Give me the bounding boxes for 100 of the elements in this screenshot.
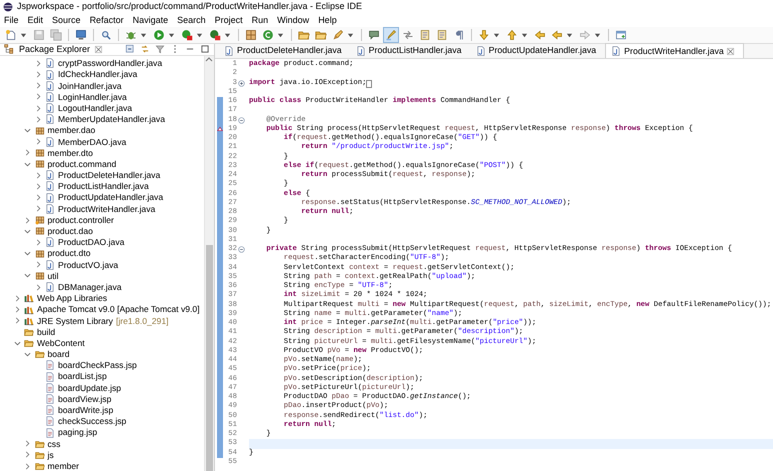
tree-item[interactable]: WebContent — [37, 338, 85, 348]
chevron-icon[interactable] — [34, 194, 42, 202]
chevron-icon[interactable] — [34, 138, 42, 146]
chevron-icon[interactable] — [24, 451, 31, 458]
tree-item[interactable]: product.controller — [48, 214, 114, 226]
toolbar-button[interactable] — [243, 27, 259, 43]
toolbar-button[interactable] — [151, 27, 167, 43]
collapse-fold-icon[interactable] — [238, 116, 245, 124]
tree-item[interactable]: product.dao — [48, 226, 93, 236]
tree-item[interactable]: LogoutHandler.java — [58, 102, 132, 114]
collapse-all-icon[interactable] — [125, 44, 135, 54]
caret-icon[interactable] — [196, 32, 203, 38]
chevron-icon[interactable] — [24, 127, 31, 134]
menu-item[interactable]: Project — [214, 14, 243, 26]
tree-item[interactable]: build — [37, 326, 56, 338]
chevron-icon[interactable] — [24, 462, 31, 470]
caret-icon[interactable] — [566, 32, 573, 38]
chevron-icon[interactable] — [34, 205, 42, 212]
editor-tab[interactable]: ProductWriteHandler.java — [605, 43, 744, 58]
menu-item[interactable]: Search — [177, 14, 206, 26]
caret-icon[interactable] — [140, 32, 147, 38]
caret-icon[interactable] — [168, 32, 175, 38]
tree-item[interactable]: product.command — [48, 158, 116, 170]
scrollbar[interactable] — [204, 56, 214, 471]
tree-item[interactable]: member.dao — [48, 125, 96, 136]
menu-item[interactable]: Window — [277, 14, 310, 26]
chevron-icon[interactable] — [34, 172, 42, 179]
folded-code-icon[interactable] — [366, 80, 372, 88]
tree-item[interactable]: ProductWriteHandler.java — [58, 204, 156, 214]
tree-item[interactable]: js — [48, 450, 54, 460]
tree-item[interactable]: JRE System Library — [37, 316, 113, 326]
tree-item[interactable]: LoginHandler.java — [58, 92, 127, 102]
chevron-icon[interactable] — [14, 306, 20, 314]
chevron-icon[interactable] — [14, 317, 20, 324]
tree-item[interactable]: boardList.jsp — [58, 371, 107, 382]
chevron-icon[interactable] — [34, 60, 42, 67]
menu-item[interactable]: Refactor — [90, 14, 124, 26]
close-icon[interactable] — [95, 46, 102, 53]
menu-item[interactable]: Help — [318, 14, 337, 26]
tree-item[interactable]: Web App Libraries — [37, 293, 108, 304]
toolbar-button[interactable] — [260, 27, 276, 43]
caret-icon[interactable] — [521, 32, 528, 38]
close-icon[interactable] — [726, 48, 734, 54]
editor-tab[interactable]: ProductUpdateHandler.java — [470, 43, 606, 58]
chevron-icon[interactable] — [14, 294, 20, 302]
chevron-icon[interactable] — [24, 160, 31, 168]
chevron-icon[interactable] — [34, 104, 42, 112]
chevron-icon[interactable] — [24, 216, 31, 224]
chevron-icon[interactable] — [34, 93, 42, 100]
collapse-fold-icon[interactable] — [238, 246, 245, 253]
tree-item[interactable]: ProductDeleteHandler.java — [58, 170, 160, 180]
tree-item[interactable]: member.dto — [48, 148, 93, 158]
tree-item[interactable]: IdCheckHandler.java — [58, 69, 138, 80]
tree-item[interactable]: checkSuccess.jsp — [58, 416, 126, 427]
caret-icon[interactable] — [594, 32, 601, 38]
link-icon[interactable] — [140, 44, 150, 54]
tree-item[interactable]: util — [48, 270, 58, 282]
caret-icon[interactable] — [493, 32, 500, 38]
editor-tab[interactable]: ProductDeleteHandler.java — [219, 43, 351, 58]
scroll-up-icon[interactable] — [205, 56, 213, 62]
chevron-icon[interactable] — [34, 261, 42, 268]
tree-item[interactable]: paging.jsp — [58, 427, 98, 438]
chevron-icon[interactable] — [24, 149, 31, 156]
caret-icon[interactable] — [20, 32, 27, 38]
chevron-icon[interactable] — [34, 116, 42, 123]
tree-item[interactable]: boardView.jsp — [58, 394, 112, 404]
caret-icon[interactable] — [347, 32, 354, 38]
tree-item[interactable]: member — [48, 460, 80, 471]
toolbar-button[interactable] — [179, 27, 195, 43]
chevron-icon[interactable] — [34, 82, 42, 90]
tree-item[interactable]: boardCheckPass.jsp — [58, 360, 137, 371]
caret-icon[interactable] — [277, 32, 284, 38]
expand-fold-icon[interactable] — [238, 80, 245, 86]
tree-item[interactable]: boardUpdate.jsp — [58, 382, 122, 393]
menu-item[interactable]: Edit — [28, 14, 44, 26]
chevron-icon[interactable] — [34, 182, 42, 190]
tree-item[interactable]: product.dto — [48, 248, 90, 259]
chevron-icon[interactable] — [24, 272, 31, 280]
tree-item[interactable]: JoinHandler.java — [58, 80, 122, 91]
tree-item[interactable]: MemberDAO.java — [58, 136, 126, 147]
tree-item[interactable]: ProductUpdateHandler.java — [58, 192, 164, 203]
chevron-icon[interactable] — [34, 284, 42, 291]
tree-item[interactable]: ProductListHandler.java — [58, 181, 149, 192]
maximize-icon[interactable] — [200, 44, 210, 54]
chevron-icon[interactable] — [34, 238, 42, 246]
caret-icon[interactable] — [224, 32, 231, 38]
tree-item[interactable]: MemberUpdateHandler.java — [58, 114, 166, 124]
tree-item[interactable]: ProductDAO.java — [58, 237, 124, 248]
chevron-icon[interactable] — [24, 350, 31, 358]
scrollbar-thumb[interactable] — [206, 244, 213, 471]
tree-item[interactable]: ProductVO.java — [58, 260, 118, 270]
tree-item[interactable]: css — [48, 438, 60, 449]
menu-item[interactable]: Run — [252, 14, 268, 26]
chevron-icon[interactable] — [24, 250, 31, 258]
toolbar-button[interactable] — [383, 27, 399, 43]
tree-item[interactable]: cryptPasswordHandler.java — [58, 58, 162, 69]
toolbar-button[interactable] — [207, 27, 223, 43]
tree-item[interactable]: board — [48, 349, 70, 360]
editor-tab[interactable]: ProductListHandler.java — [350, 43, 471, 58]
menu-item[interactable]: File — [4, 14, 19, 26]
